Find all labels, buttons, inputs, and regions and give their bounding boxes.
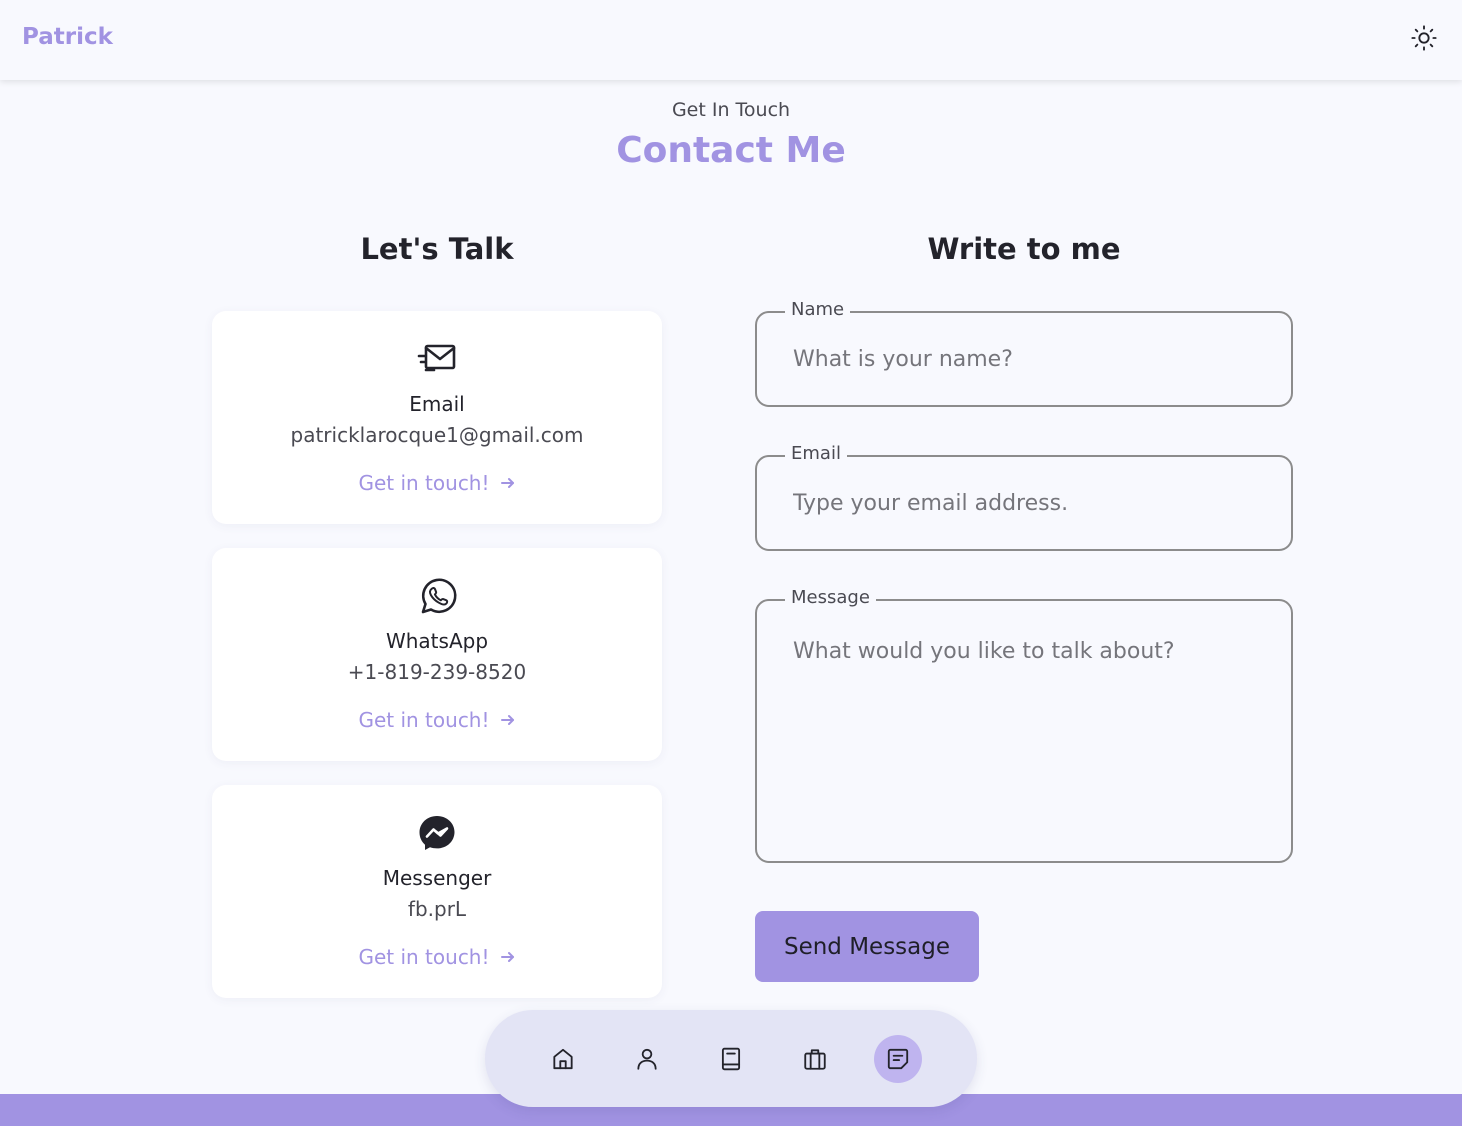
card-title: WhatsApp <box>385 629 489 653</box>
contact-heading: Let's Talk <box>360 232 514 266</box>
section-subtitle: Get In Touch <box>671 99 791 121</box>
whatsapp-icon <box>421 578 457 614</box>
link-label: Get in touch! <box>358 945 490 969</box>
link-label: Get in touch! <box>358 471 490 495</box>
arrow-right-icon <box>500 715 514 725</box>
email-field: Email <box>755 443 1293 551</box>
name-input[interactable] <box>757 313 1291 405</box>
arrow-right-icon <box>500 952 514 962</box>
home-icon <box>553 1048 573 1070</box>
email-get-in-touch-link[interactable]: Get in touch! <box>212 471 662 495</box>
email-icon <box>417 344 456 372</box>
whatsapp-get-in-touch-link[interactable]: Get in touch! <box>212 708 662 732</box>
nav-item-home[interactable] <box>539 1035 587 1083</box>
card-value: +1-819-239-8520 <box>347 660 527 684</box>
messenger-get-in-touch-link[interactable]: Get in touch! <box>212 945 662 969</box>
book-icon <box>721 1047 741 1071</box>
briefcase-icon <box>804 1049 826 1070</box>
name-label: Name <box>785 299 851 320</box>
user-icon <box>637 1048 657 1070</box>
message-textarea[interactable] <box>757 601 1291 861</box>
arrow-right-icon <box>500 478 514 488</box>
message-label: Message <box>785 587 876 608</box>
section-title: Contact Me <box>616 130 846 171</box>
nav-item-about[interactable] <box>623 1035 671 1083</box>
message-icon <box>887 1048 909 1070</box>
nav-item-resume[interactable] <box>707 1035 755 1083</box>
card-value: patricklarocque1@gmail.com <box>290 423 584 447</box>
contact-card-email: Email patricklarocque1@gmail.com Get in … <box>212 311 662 524</box>
form-heading: Write to me <box>927 232 1121 266</box>
link-label: Get in touch! <box>358 708 490 732</box>
card-value: fb.prL <box>407 897 467 921</box>
contact-card-messenger: Messenger fb.prL Get in touch! <box>212 785 662 998</box>
header: Patrick <box>0 0 1462 80</box>
email-input[interactable] <box>757 457 1291 549</box>
send-message-button[interactable]: Send Message <box>755 911 979 982</box>
theme-toggle-button[interactable] <box>1408 22 1440 54</box>
name-field: Name <box>755 299 1293 407</box>
contact-card-whatsapp: WhatsApp +1-819-239-8520 Get in touch! <box>212 548 662 761</box>
card-title: Messenger <box>382 866 492 890</box>
message-field: Message <box>755 587 1293 863</box>
nav-item-portfolio[interactable] <box>791 1035 839 1083</box>
card-title: Email <box>409 392 465 416</box>
bottom-nav <box>485 1010 977 1107</box>
messenger-icon <box>419 816 455 850</box>
logo[interactable]: Patrick <box>22 24 113 50</box>
nav-item-contact[interactable] <box>874 1035 922 1083</box>
sun-icon <box>1411 25 1437 51</box>
email-label: Email <box>785 443 847 464</box>
